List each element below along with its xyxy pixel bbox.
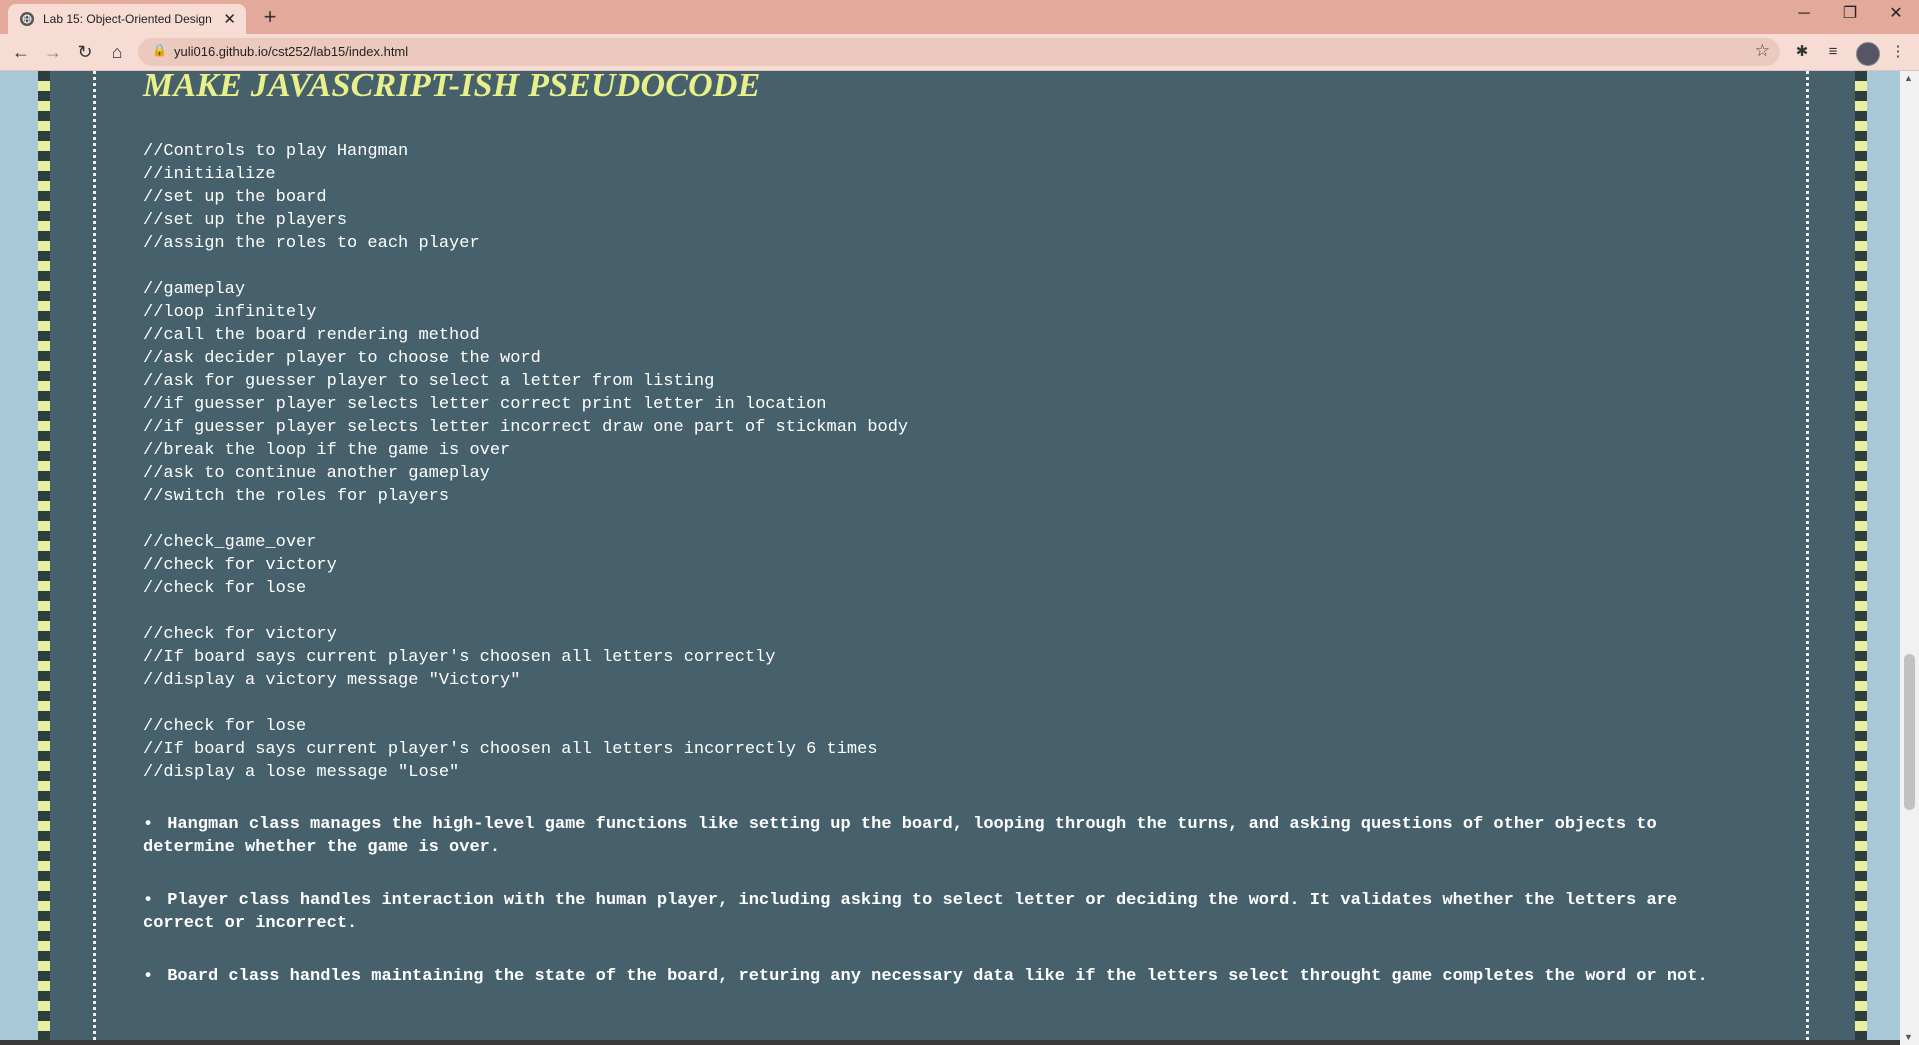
- code-line: //loop infinitely: [143, 303, 317, 322]
- code-line: //check for victory: [143, 625, 337, 644]
- code-line: //display a victory message "Victory": [143, 671, 521, 690]
- bullet-dot: •: [143, 891, 154, 910]
- code-line: //if guesser player selects letter incor…: [143, 418, 909, 437]
- bullet-item: • Board class handles maintaining the sta…: [143, 965, 1743, 988]
- code-line: //check_game_over: [143, 533, 317, 552]
- scrollbar-thumb[interactable]: [1904, 654, 1915, 810]
- reload-button[interactable]: ↻: [72, 39, 98, 65]
- code-line: //initiialize: [143, 165, 276, 184]
- back-button[interactable]: ←: [8, 39, 34, 65]
- code-line: //if guesser player selects letter corre…: [143, 395, 827, 414]
- section-heading: MAKE JAVASCRIPT-ISH PSEUDOCODE: [143, 71, 761, 104]
- bullet-text: Hangman class manages the high-level gam…: [143, 815, 1657, 857]
- menu-kebab-icon[interactable]: ⋮: [1888, 42, 1908, 62]
- forward-button[interactable]: →: [40, 39, 66, 65]
- code-line: //check for victory: [143, 556, 337, 575]
- bookmark-star-icon[interactable]: ☆: [1755, 41, 1770, 61]
- bullet-dot: •: [143, 815, 154, 834]
- scroll-up-arrow-icon[interactable]: ▲: [1904, 73, 1913, 83]
- lock-icon: 🔒: [152, 43, 167, 57]
- bullet-text: Player class handles interaction with th…: [143, 891, 1678, 933]
- bullet-item: • Player class handles interaction with t…: [143, 889, 1743, 935]
- home-button[interactable]: ⌂: [104, 39, 130, 65]
- scroll-down-arrow-icon[interactable]: ▼: [1904, 1032, 1913, 1042]
- class-descriptions: • Hangman class manages the high-level ga…: [143, 813, 1743, 1018]
- code-line: //If board says current player's choosen…: [143, 740, 878, 759]
- decorative-border-left: [38, 71, 50, 1040]
- code-line: //ask for guesser player to select a let…: [143, 372, 715, 391]
- code-line: //If board says current player's choosen…: [143, 648, 776, 667]
- horizontal-scrollbar[interactable]: [0, 1040, 1900, 1045]
- code-line: //ask to continue another gameplay: [143, 464, 490, 483]
- code-line: //ask decider player to choose the word: [143, 349, 541, 368]
- code-line: //check for lose: [143, 579, 307, 598]
- code-line: //break the loop if the game is over: [143, 441, 511, 460]
- bullet-dot: •: [143, 967, 154, 986]
- code-line: //display a lose message "Lose": [143, 763, 460, 782]
- decorative-border-right: [1855, 71, 1867, 1040]
- code-line: //call the board rendering method: [143, 326, 480, 345]
- bullet-item: • Hangman class manages the high-level ga…: [143, 813, 1743, 859]
- pseudocode-block: //Controls to play Hangman //initiialize /…: [143, 140, 908, 784]
- code-line: //Controls to play Hangman: [143, 142, 409, 161]
- browser-toolbar: ← → ↻ ⌂ 🔒 yuli016.github.io/cst252/lab15…: [0, 34, 1919, 71]
- globe-icon: [20, 12, 34, 26]
- code-line: //assign the roles to each player: [143, 234, 480, 253]
- restore-button[interactable]: ❐: [1827, 0, 1873, 30]
- code-line: //set up the board: [143, 188, 327, 207]
- window-close-button[interactable]: ✕: [1873, 0, 1919, 30]
- bullet-text: Board class handles maintaining the stat…: [167, 967, 1708, 986]
- tab-strip: Lab 15: Object-Oriented Design ✕ + ─ ❐ ✕: [0, 0, 1919, 34]
- tab-title: Lab 15: Object-Oriented Design: [43, 12, 212, 26]
- code-line: //check for lose: [143, 717, 307, 736]
- code-line: //switch the roles for players: [143, 487, 450, 506]
- profile-avatar[interactable]: [1856, 42, 1880, 66]
- media-queue-icon[interactable]: ≡: [1823, 42, 1843, 62]
- new-tab-button[interactable]: +: [258, 5, 282, 29]
- code-line: //gameplay: [143, 280, 246, 299]
- page-viewport: MAKE JAVASCRIPT-ISH PSEUDOCODE //Control…: [0, 71, 1900, 1040]
- minimize-button[interactable]: ─: [1781, 0, 1827, 30]
- code-line: //set up the players: [143, 211, 348, 230]
- vertical-scrollbar[interactable]: ▲ ▼: [1900, 71, 1919, 1045]
- dotted-divider-right: [1806, 71, 1809, 1040]
- url-text: yuli016.github.io/cst252/lab15/index.htm…: [174, 44, 409, 59]
- address-bar[interactable]: 🔒 yuli016.github.io/cst252/lab15/index.h…: [138, 38, 1780, 66]
- tab-close-icon[interactable]: ✕: [223, 10, 236, 28]
- dotted-divider-left: [93, 71, 96, 1040]
- extensions-puzzle-icon[interactable]: ✱: [1792, 42, 1812, 62]
- browser-tab[interactable]: Lab 15: Object-Oriented Design ✕: [8, 4, 246, 34]
